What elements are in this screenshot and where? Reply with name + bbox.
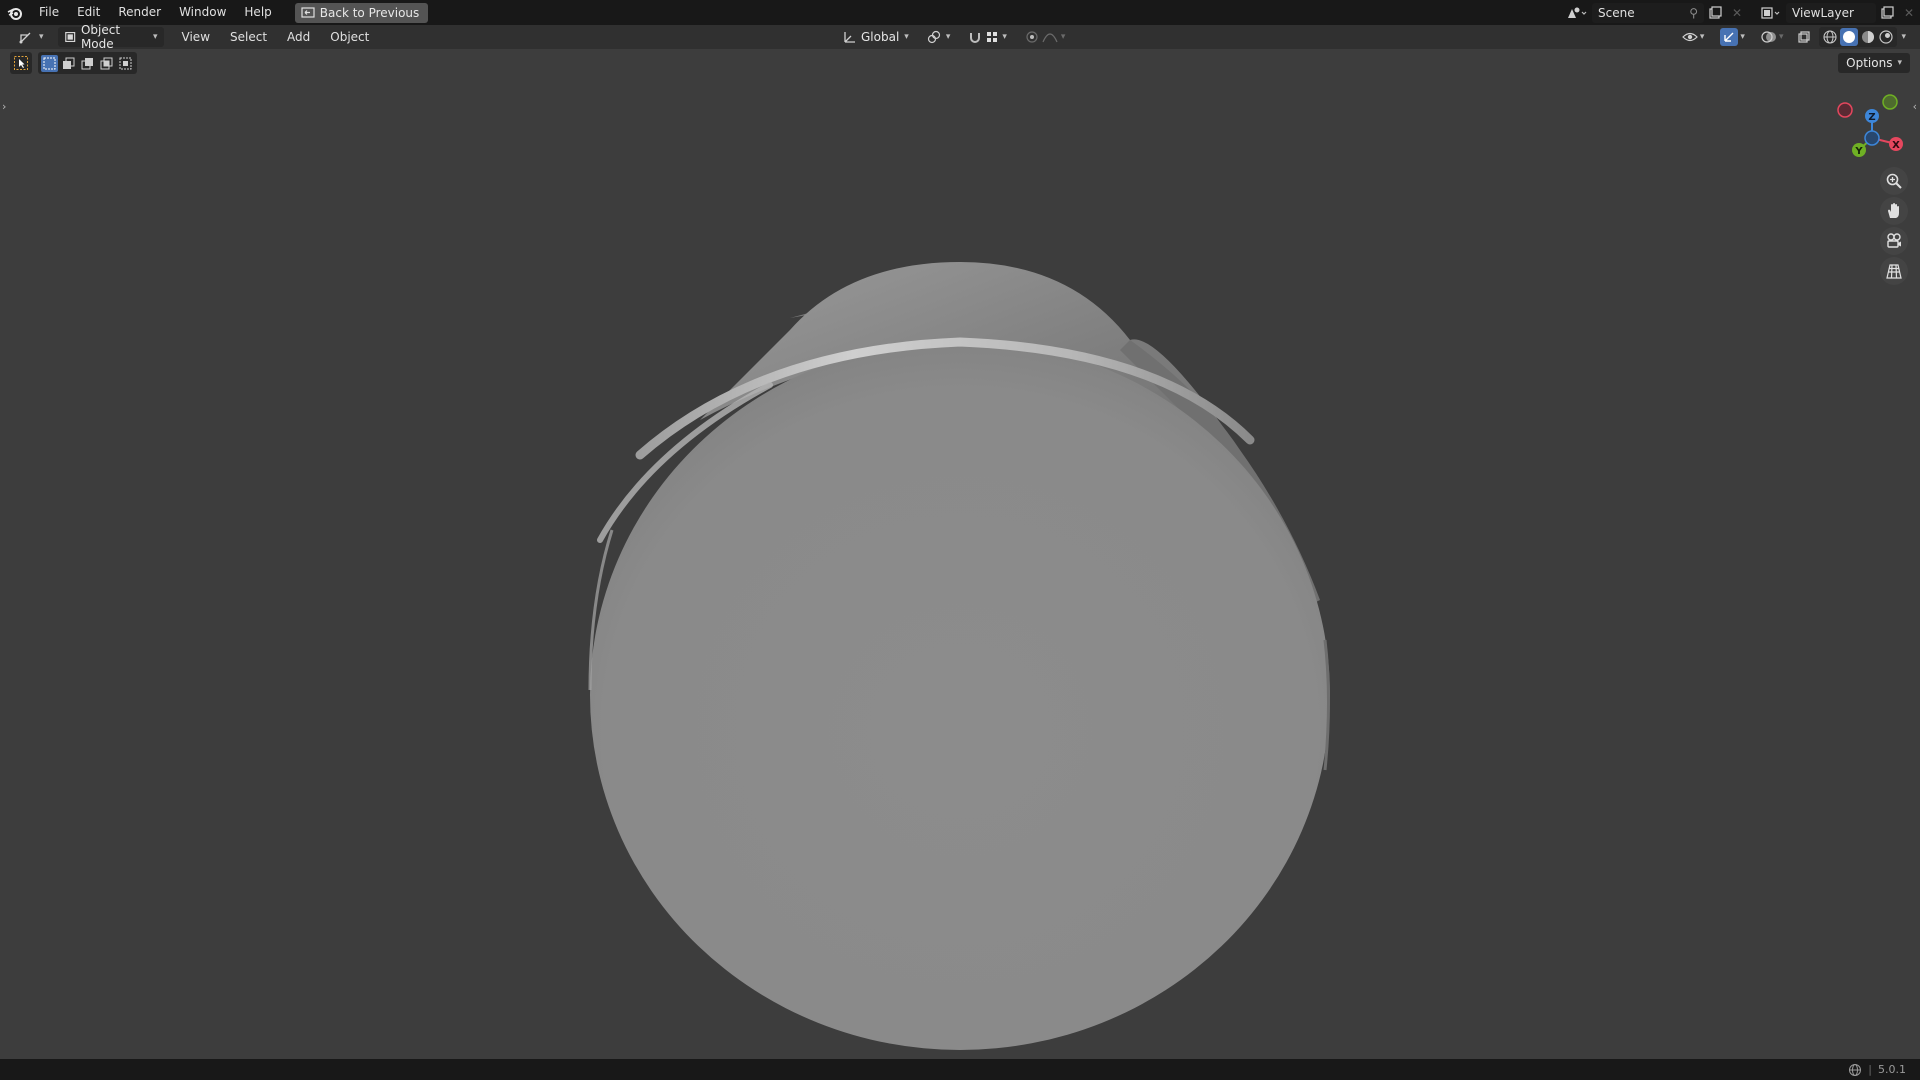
negative-y-axis-handle[interactable] <box>1882 94 1898 110</box>
visibility-dropdown[interactable]: ▾ <box>1676 27 1711 47</box>
transform-tools: Global ▾ ▾ ▾ ▾ <box>836 27 1071 47</box>
chevron-down-icon: ▾ <box>945 32 951 42</box>
orientation-icon <box>844 32 855 43</box>
menu-object[interactable]: Object <box>320 30 379 44</box>
chevron-down-icon: ▾ <box>1778 32 1784 42</box>
material-shading-icon[interactable] <box>1860 29 1876 45</box>
snap-dropdown[interactable]: ▾ <box>962 27 1013 47</box>
status-divider: | <box>1868 1063 1872 1076</box>
menu-edit[interactable]: Edit <box>68 0 109 25</box>
scene-icon[interactable] <box>1562 3 1592 23</box>
back-to-previous-label: Back to Previous <box>319 5 420 20</box>
delete-scene-icon[interactable]: ✕ <box>1726 3 1748 23</box>
view-layer-icon[interactable] <box>1756 3 1786 23</box>
camera-view-button[interactable] <box>1880 227 1908 255</box>
y-axis-label: Y <box>1854 146 1863 157</box>
delete-view-layer-icon[interactable]: ✕ <box>1898 3 1920 23</box>
right-sidebar-toggle-icon[interactable]: ‹ <box>1913 100 1917 113</box>
view-layer-name: ViewLayer <box>1792 5 1854 20</box>
solid-shading-icon[interactable] <box>1840 28 1859 46</box>
overlay-toggle[interactable]: ▾ <box>1755 27 1790 47</box>
orthographic-toggle-button[interactable] <box>1880 257 1908 285</box>
negative-z-axis-handle[interactable] <box>1864 130 1880 146</box>
new-scene-icon[interactable] <box>1704 3 1726 23</box>
top-bar: File Edit Render Window Help Back to Pre… <box>0 0 1920 25</box>
proportional-editing[interactable]: ▾ <box>1019 27 1072 47</box>
new-view-layer-icon[interactable] <box>1876 3 1898 23</box>
camera-icon <box>1887 233 1901 248</box>
chevron-down-icon: ▾ <box>39 32 44 42</box>
editor-type-dropdown[interactable]: ▾ <box>12 27 50 47</box>
shading-tools: ▾ ▾ ▾ ▾ <box>1676 27 1906 47</box>
menu-file[interactable]: File <box>30 0 68 25</box>
pan-button[interactable] <box>1880 197 1908 225</box>
zoom-button[interactable] <box>1880 167 1908 195</box>
pivot-icon <box>927 30 940 44</box>
scene-name: Scene <box>1598 5 1635 20</box>
menu-help[interactable]: Help <box>235 0 280 25</box>
3d-viewport[interactable] <box>0 49 1920 1059</box>
object-mode-dropdown[interactable]: Object Mode ▾ <box>57 23 164 51</box>
chevron-down-icon: ▾ <box>1740 32 1745 42</box>
status-bar: | 5.0.1 <box>0 1059 1920 1080</box>
object-mode-icon <box>64 31 75 43</box>
magnifier-icon <box>1886 173 1902 189</box>
hand-icon <box>1888 203 1899 218</box>
gizmo-icon[interactable] <box>1720 28 1739 46</box>
snap-increment-icon <box>987 32 998 42</box>
eye-icon <box>1682 32 1698 42</box>
chevron-down-icon: ▾ <box>904 32 909 42</box>
pin-icon[interactable]: ⚲ <box>1689 6 1698 20</box>
scene-controls: Scene ⚲ ✕ ViewLayer ✕ <box>1562 0 1920 25</box>
magnet-icon[interactable] <box>968 30 982 44</box>
version-label: 5.0.1 <box>1878 1063 1906 1076</box>
menu-view[interactable]: View <box>172 30 220 44</box>
scene-field[interactable]: Scene ⚲ <box>1592 2 1704 23</box>
viewport-header: ▾ Object Mode ▾ View Select Add Object G… <box>0 23 1920 51</box>
navigation-gizmo[interactable]: Z X Y <box>1828 88 1908 168</box>
chevron-down-icon: ▾ <box>153 32 158 42</box>
transform-orientation-dropdown[interactable]: Global ▾ <box>836 27 915 47</box>
chevron-down-icon: ▾ <box>1002 32 1007 42</box>
globe-icon <box>1849 1063 1862 1076</box>
orientation-label: Global <box>861 30 900 44</box>
xray-toggle-icon[interactable] <box>1793 27 1815 47</box>
cylinder-mesh[interactable] <box>588 262 1330 1050</box>
menu-render[interactable]: Render <box>109 0 170 25</box>
chevron-down-icon: ▾ <box>1060 32 1066 42</box>
gizmo-toggle[interactable]: ▾ <box>1714 27 1751 47</box>
rendered-shading-icon[interactable] <box>1878 29 1894 45</box>
grid-perspective-icon <box>1886 264 1902 279</box>
negative-x-axis-handle[interactable] <box>1837 102 1853 118</box>
back-to-previous-button[interactable]: Back to Previous <box>294 2 429 23</box>
menu-select[interactable]: Select <box>220 30 277 44</box>
x-axis-label: X <box>1892 140 1900 151</box>
wireframe-shading-icon[interactable] <box>1822 29 1838 45</box>
left-sidebar-toggle-icon[interactable]: › <box>2 100 6 113</box>
chevron-down-icon: ▾ <box>1699 32 1705 42</box>
shading-mode-group <box>1819 27 1898 47</box>
pivot-point-dropdown[interactable]: ▾ <box>921 27 957 47</box>
back-screen-icon <box>301 7 315 18</box>
falloff-icon <box>1042 33 1058 43</box>
z-axis-label: Z <box>1868 112 1875 123</box>
shading-options-chevron-icon[interactable]: ▾ <box>1901 32 1906 42</box>
view-layer-field[interactable]: ViewLayer <box>1786 2 1876 23</box>
proportional-edit-icon[interactable] <box>1025 30 1039 44</box>
blender-logo-icon[interactable] <box>0 0 30 25</box>
3d-viewport-icon <box>19 32 31 44</box>
object-mode-label: Object Mode <box>80 23 121 51</box>
menu-add[interactable]: Add <box>277 30 320 44</box>
overlay-icon <box>1761 31 1776 43</box>
menu-window[interactable]: Window <box>170 0 235 25</box>
